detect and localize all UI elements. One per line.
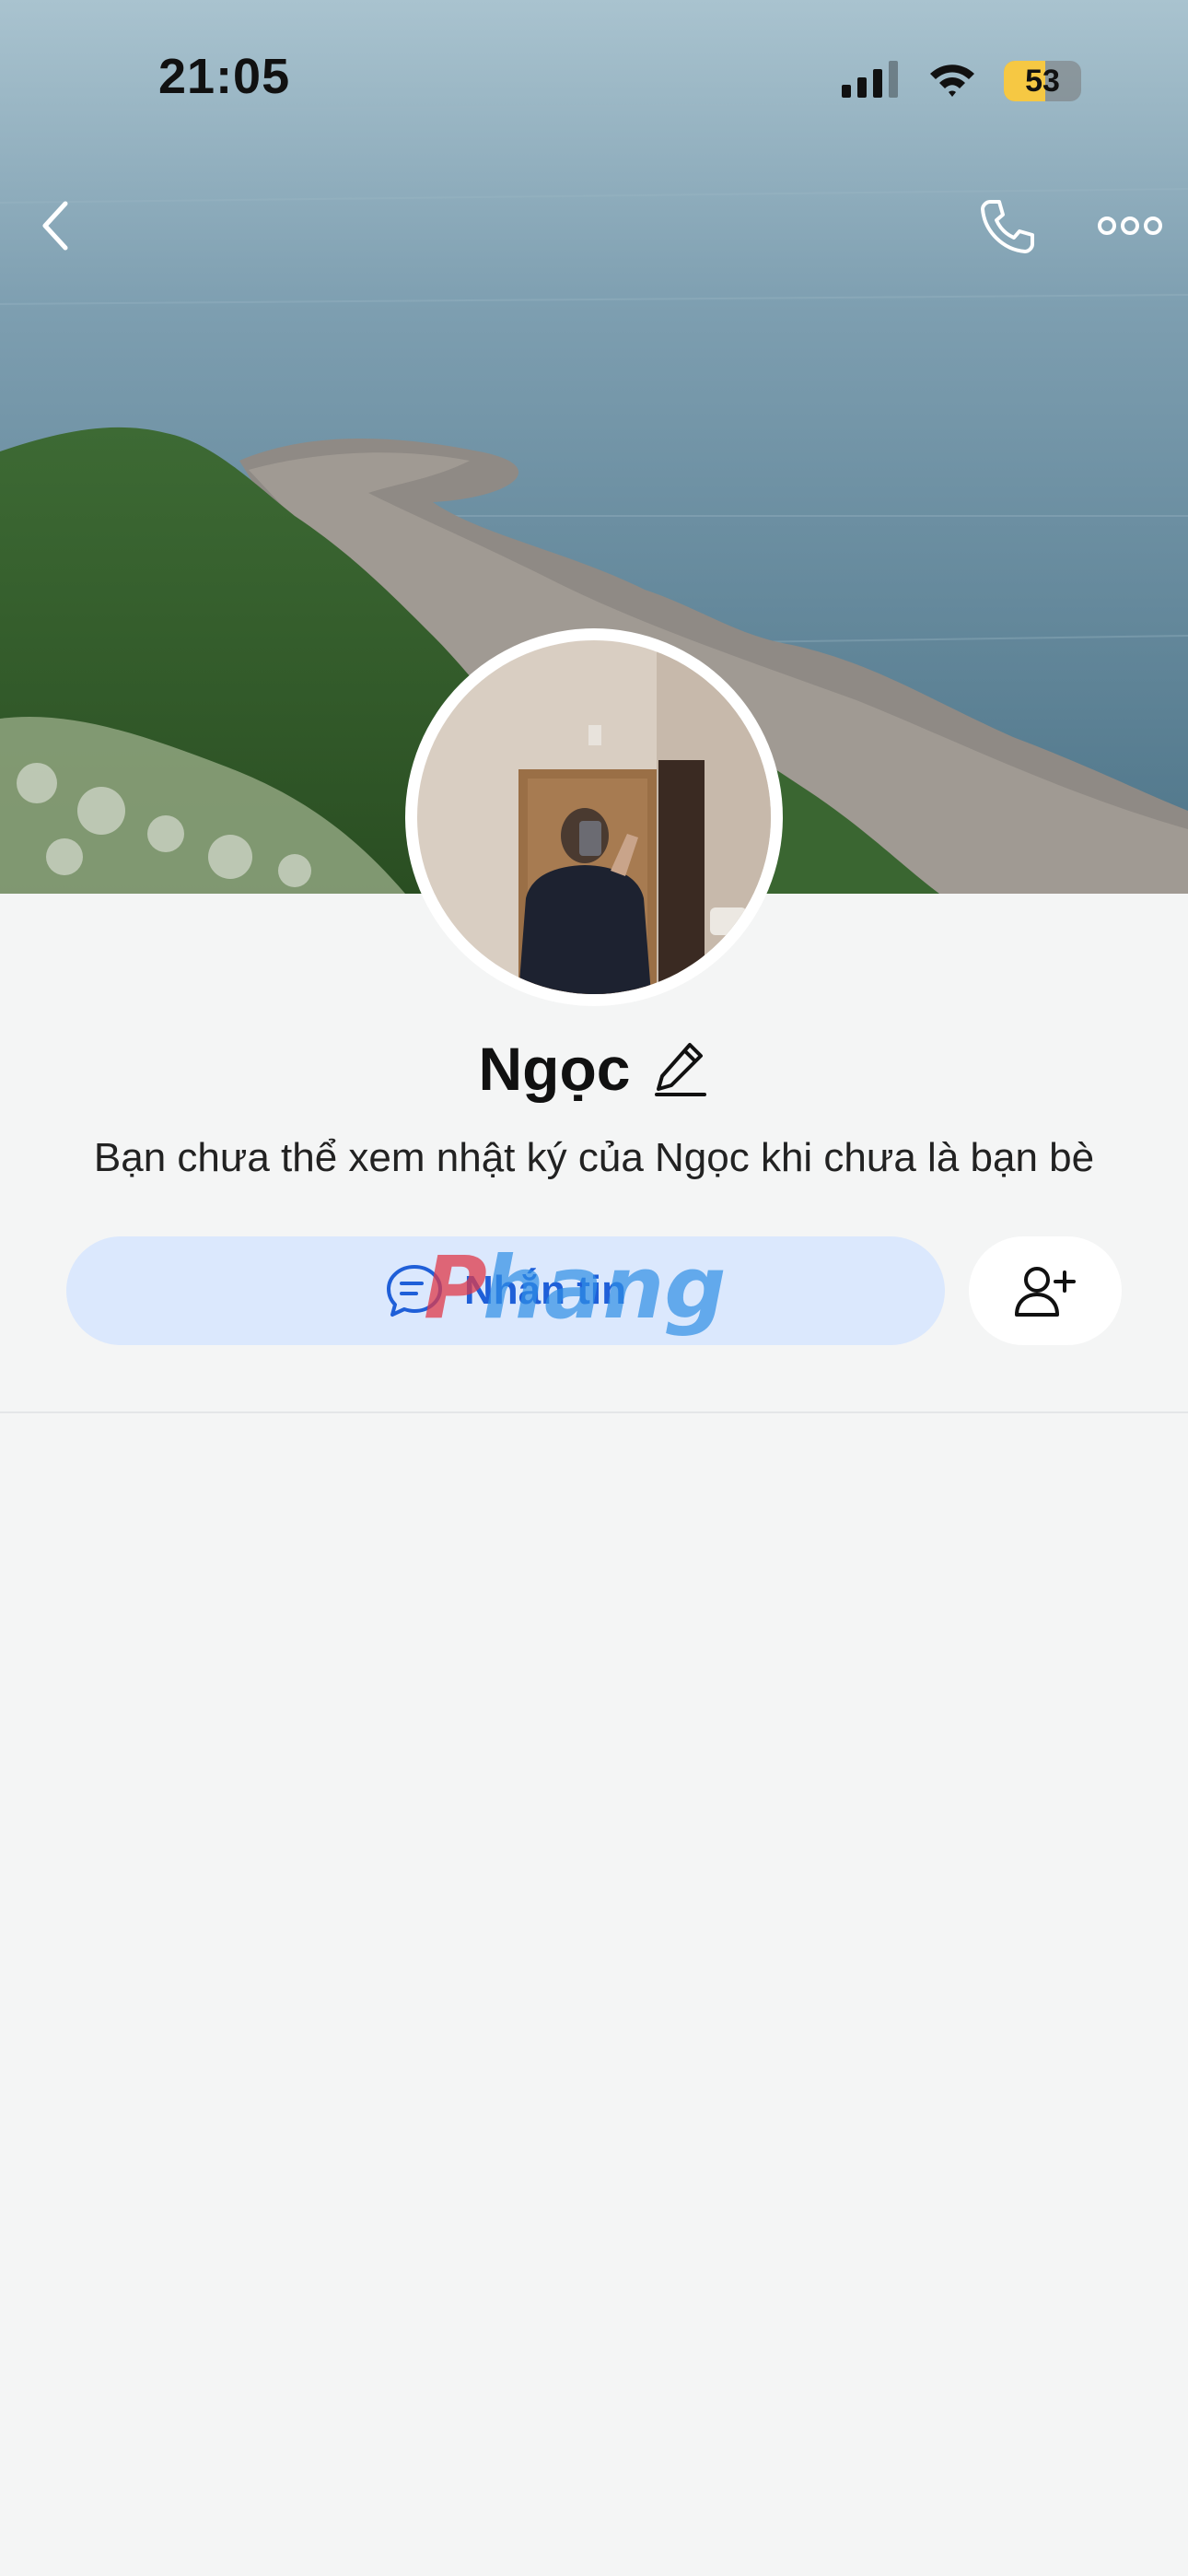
privacy-note: Bạn chưa thể xem nhật ký của Ngọc khi ch… (93, 1135, 1095, 1180)
phone-icon (981, 200, 1034, 253)
back-button[interactable] (15, 184, 98, 267)
more-dots-icon (1098, 217, 1162, 235)
section-divider (0, 1411, 1188, 1413)
add-friend-button[interactable] (969, 1236, 1122, 1345)
status-bar: 21:05 53 (0, 0, 1188, 157)
top-nav (0, 184, 1188, 267)
message-button-label: Nhắn tin (464, 1268, 626, 1313)
add-user-icon (1015, 1267, 1076, 1317)
call-button[interactable] (965, 184, 1048, 267)
avatar-photo (417, 640, 771, 994)
name-row: Ngọc (0, 1023, 1188, 1115)
message-button[interactable]: Nhắn tin (66, 1236, 945, 1345)
cellular-signal-icon (842, 60, 901, 102)
chat-bubble-icon (387, 1265, 442, 1317)
battery-icon: 53 (1004, 61, 1081, 101)
wifi-icon (928, 61, 976, 102)
battery-level: 53 (1025, 63, 1060, 99)
status-icons: 53 (842, 57, 1081, 105)
profile-name: Ngọc (478, 1035, 631, 1103)
pencil-icon (654, 1043, 706, 1096)
status-time: 21:05 (158, 49, 291, 104)
back-chevron-icon (42, 201, 68, 251)
avatar (417, 640, 771, 994)
more-button[interactable] (1089, 184, 1171, 267)
edit-name-button[interactable] (651, 1039, 710, 1098)
avatar-frame[interactable] (405, 628, 783, 1006)
